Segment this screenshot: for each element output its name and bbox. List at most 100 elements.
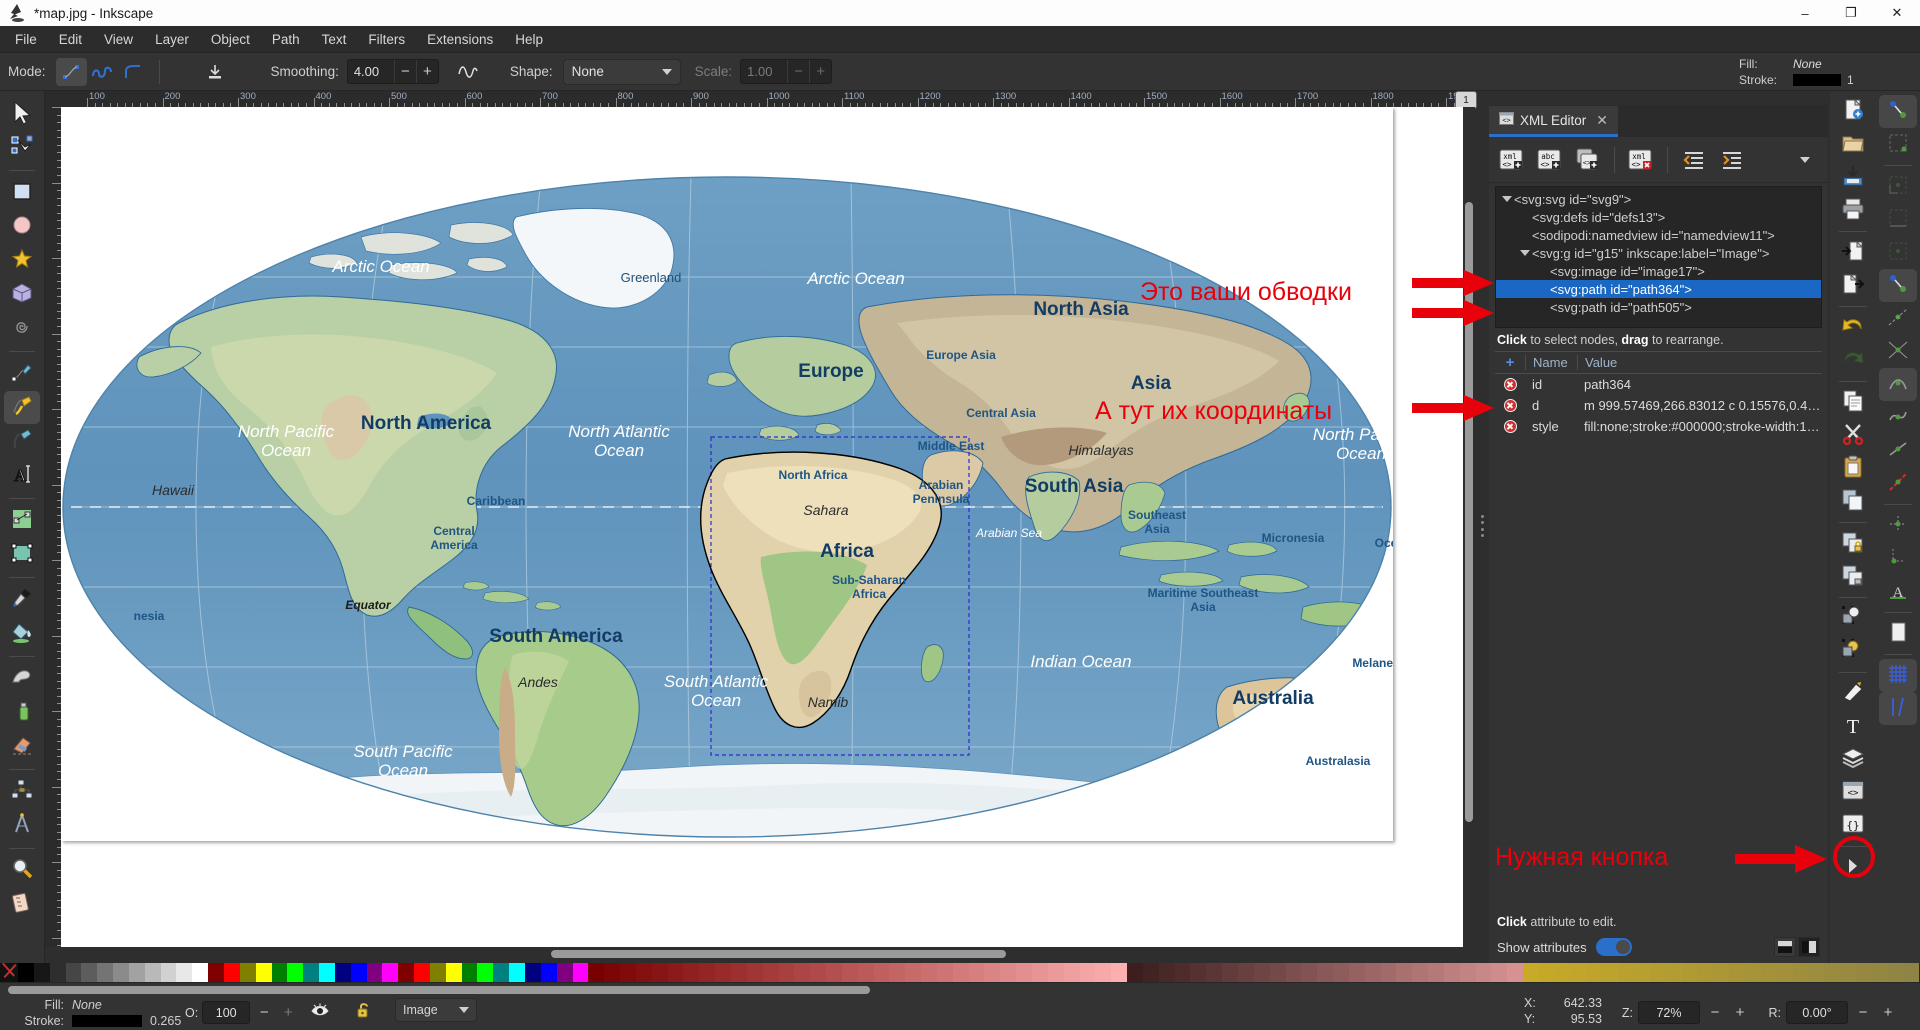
palette-swatch[interactable] xyxy=(128,963,145,982)
star-tool[interactable] xyxy=(4,244,40,277)
duplicate-node-button[interactable]: <> xyxy=(1571,144,1605,176)
expander-triangle-icon[interactable] xyxy=(1518,250,1532,256)
palette-swatch[interactable] xyxy=(429,963,446,982)
palette-swatch[interactable] xyxy=(857,963,874,982)
palette-swatch[interactable] xyxy=(699,963,716,982)
palette-swatch[interactable] xyxy=(556,963,573,982)
zoom-tool[interactable] xyxy=(4,854,40,887)
palette-swatch[interactable] xyxy=(1063,963,1080,982)
bspline-path-mode-button[interactable] xyxy=(118,58,149,86)
palette-swatch[interactable] xyxy=(525,963,541,982)
tweak-tool[interactable] xyxy=(4,662,40,695)
show-attributes-toggle[interactable] xyxy=(1595,938,1632,956)
palette-swatch[interactable] xyxy=(1301,963,1318,982)
palette-swatch[interactable] xyxy=(984,963,1001,982)
palette-swatch[interactable] xyxy=(1649,963,1666,982)
palette-swatch[interactable] xyxy=(271,963,288,982)
palette-swatch[interactable] xyxy=(1713,963,1730,982)
add-attribute-button[interactable]: + xyxy=(1495,354,1525,371)
zoom-control[interactable]: Z: 72% − + xyxy=(1622,1001,1750,1024)
palette-swatch[interactable] xyxy=(477,963,494,982)
panel-resize-grip[interactable] xyxy=(1478,515,1486,537)
snap-others-button[interactable] xyxy=(1879,467,1917,500)
expander-triangle-icon[interactable] xyxy=(1500,196,1514,202)
no-color-icon[interactable] xyxy=(0,963,18,982)
spiro-path-mode-button[interactable] xyxy=(87,58,118,86)
xml-tree-node[interactable]: <sodipodi:namedview id="namedview11"> xyxy=(1496,226,1821,244)
palette-swatch[interactable] xyxy=(1428,963,1444,982)
snap-midpoint-button[interactable] xyxy=(1879,434,1917,467)
scrollbar-thumb[interactable] xyxy=(8,986,870,994)
attribute-value[interactable]: path364 xyxy=(1577,377,1822,392)
group-button[interactable] xyxy=(1834,527,1872,560)
canvas-vertical-scrollbar[interactable] xyxy=(1463,107,1475,947)
palette-swatch[interactable] xyxy=(651,963,668,982)
attribute-row[interactable]: dm 999.57469,266.83012 c 0.15576,0.43289… xyxy=(1495,395,1822,416)
attribute-value[interactable]: fill:none;stroke:#000000;stroke-width:1p… xyxy=(1577,419,1822,434)
menu-extensions[interactable]: Extensions xyxy=(416,28,504,51)
rotation-control[interactable]: R: 0.00° − + xyxy=(1769,1001,1899,1024)
menu-layer[interactable]: Layer xyxy=(144,28,200,51)
delete-node-button[interactable]: xml <> xyxy=(1624,144,1658,176)
palette-swatch[interactable] xyxy=(1729,963,1745,982)
palette-swatch[interactable] xyxy=(176,963,193,982)
menu-view[interactable]: View xyxy=(93,28,144,51)
palette-swatch[interactable] xyxy=(1032,963,1048,982)
palette-swatch[interactable] xyxy=(1570,963,1587,982)
palette-swatch[interactable] xyxy=(762,963,779,982)
palette-swatch[interactable] xyxy=(936,963,953,982)
snap-bounding-box-button[interactable] xyxy=(1879,128,1917,161)
indent-node-button[interactable] xyxy=(1715,144,1749,176)
zoom-plus-button[interactable]: + xyxy=(1730,1001,1750,1024)
delete-attribute-button[interactable] xyxy=(1495,420,1525,433)
canvas-horizontal-scrollbar[interactable] xyxy=(61,947,1475,961)
open-document-button[interactable] xyxy=(1834,128,1872,161)
tab-xml-editor[interactable]: <> XML Editor ✕ xyxy=(1489,106,1619,137)
save-document-button[interactable] xyxy=(1834,161,1872,194)
snap-bbox-edge-button[interactable] xyxy=(1879,203,1917,236)
palette-swatch[interactable] xyxy=(968,963,985,982)
lpe-based-interactive-button[interactable] xyxy=(453,58,484,86)
palette-swatch[interactable] xyxy=(1760,963,1777,982)
palette-swatch[interactable] xyxy=(1127,963,1143,982)
palette-swatch[interactable] xyxy=(1855,963,1872,982)
palette-swatch[interactable] xyxy=(572,963,589,982)
3dbox-tool[interactable] xyxy=(4,278,40,311)
calligraphy-tool[interactable] xyxy=(4,425,40,458)
palette-swatch[interactable] xyxy=(1317,963,1334,982)
palette-swatch[interactable] xyxy=(635,963,652,982)
palette-swatch[interactable] xyxy=(160,963,177,982)
palette-swatch[interactable] xyxy=(683,963,700,982)
palette-swatch[interactable] xyxy=(1142,963,1159,982)
xml-editor-button[interactable]: <> xyxy=(1834,776,1872,809)
palette-swatch[interactable] xyxy=(1539,963,1555,982)
palette-swatch[interactable] xyxy=(1824,963,1841,982)
palette-swatch[interactable] xyxy=(1792,963,1809,982)
menu-help[interactable]: Help xyxy=(504,28,554,51)
palette-swatch[interactable] xyxy=(1158,963,1175,982)
palette-swatch[interactable] xyxy=(1047,963,1064,982)
duplicate-button[interactable] xyxy=(1834,485,1872,518)
ungroup-button[interactable] xyxy=(1834,560,1872,593)
palette-swatch[interactable] xyxy=(1412,963,1429,982)
palette-swatch[interactable] xyxy=(778,963,795,982)
dropper-tool[interactable] xyxy=(4,583,40,616)
unindent-node-button[interactable] xyxy=(1677,144,1711,176)
snap-nodes-button[interactable] xyxy=(1878,269,1917,302)
palette-swatch[interactable] xyxy=(1443,963,1460,982)
palette-swatch[interactable] xyxy=(746,963,763,982)
text-tool[interactable]: A xyxy=(4,459,40,492)
eye-icon[interactable] xyxy=(310,1002,330,1021)
stroke-width-value[interactable]: 0.265 xyxy=(150,1013,181,1029)
palette-swatch[interactable] xyxy=(303,963,320,982)
pencil-tool[interactable] xyxy=(4,357,40,390)
palette-swatch[interactable] xyxy=(1396,963,1413,982)
palette-swatch[interactable] xyxy=(1174,963,1191,982)
palette-swatch[interactable] xyxy=(18,963,34,982)
selector-tool[interactable] xyxy=(4,97,40,130)
smoothing-plus-button[interactable]: + xyxy=(415,60,438,83)
snap-text-baseline-button[interactable]: A xyxy=(1879,575,1917,608)
palette-swatch[interactable] xyxy=(398,963,415,982)
palette-swatch[interactable] xyxy=(889,963,906,982)
palette-swatch[interactable] xyxy=(1000,963,1017,982)
